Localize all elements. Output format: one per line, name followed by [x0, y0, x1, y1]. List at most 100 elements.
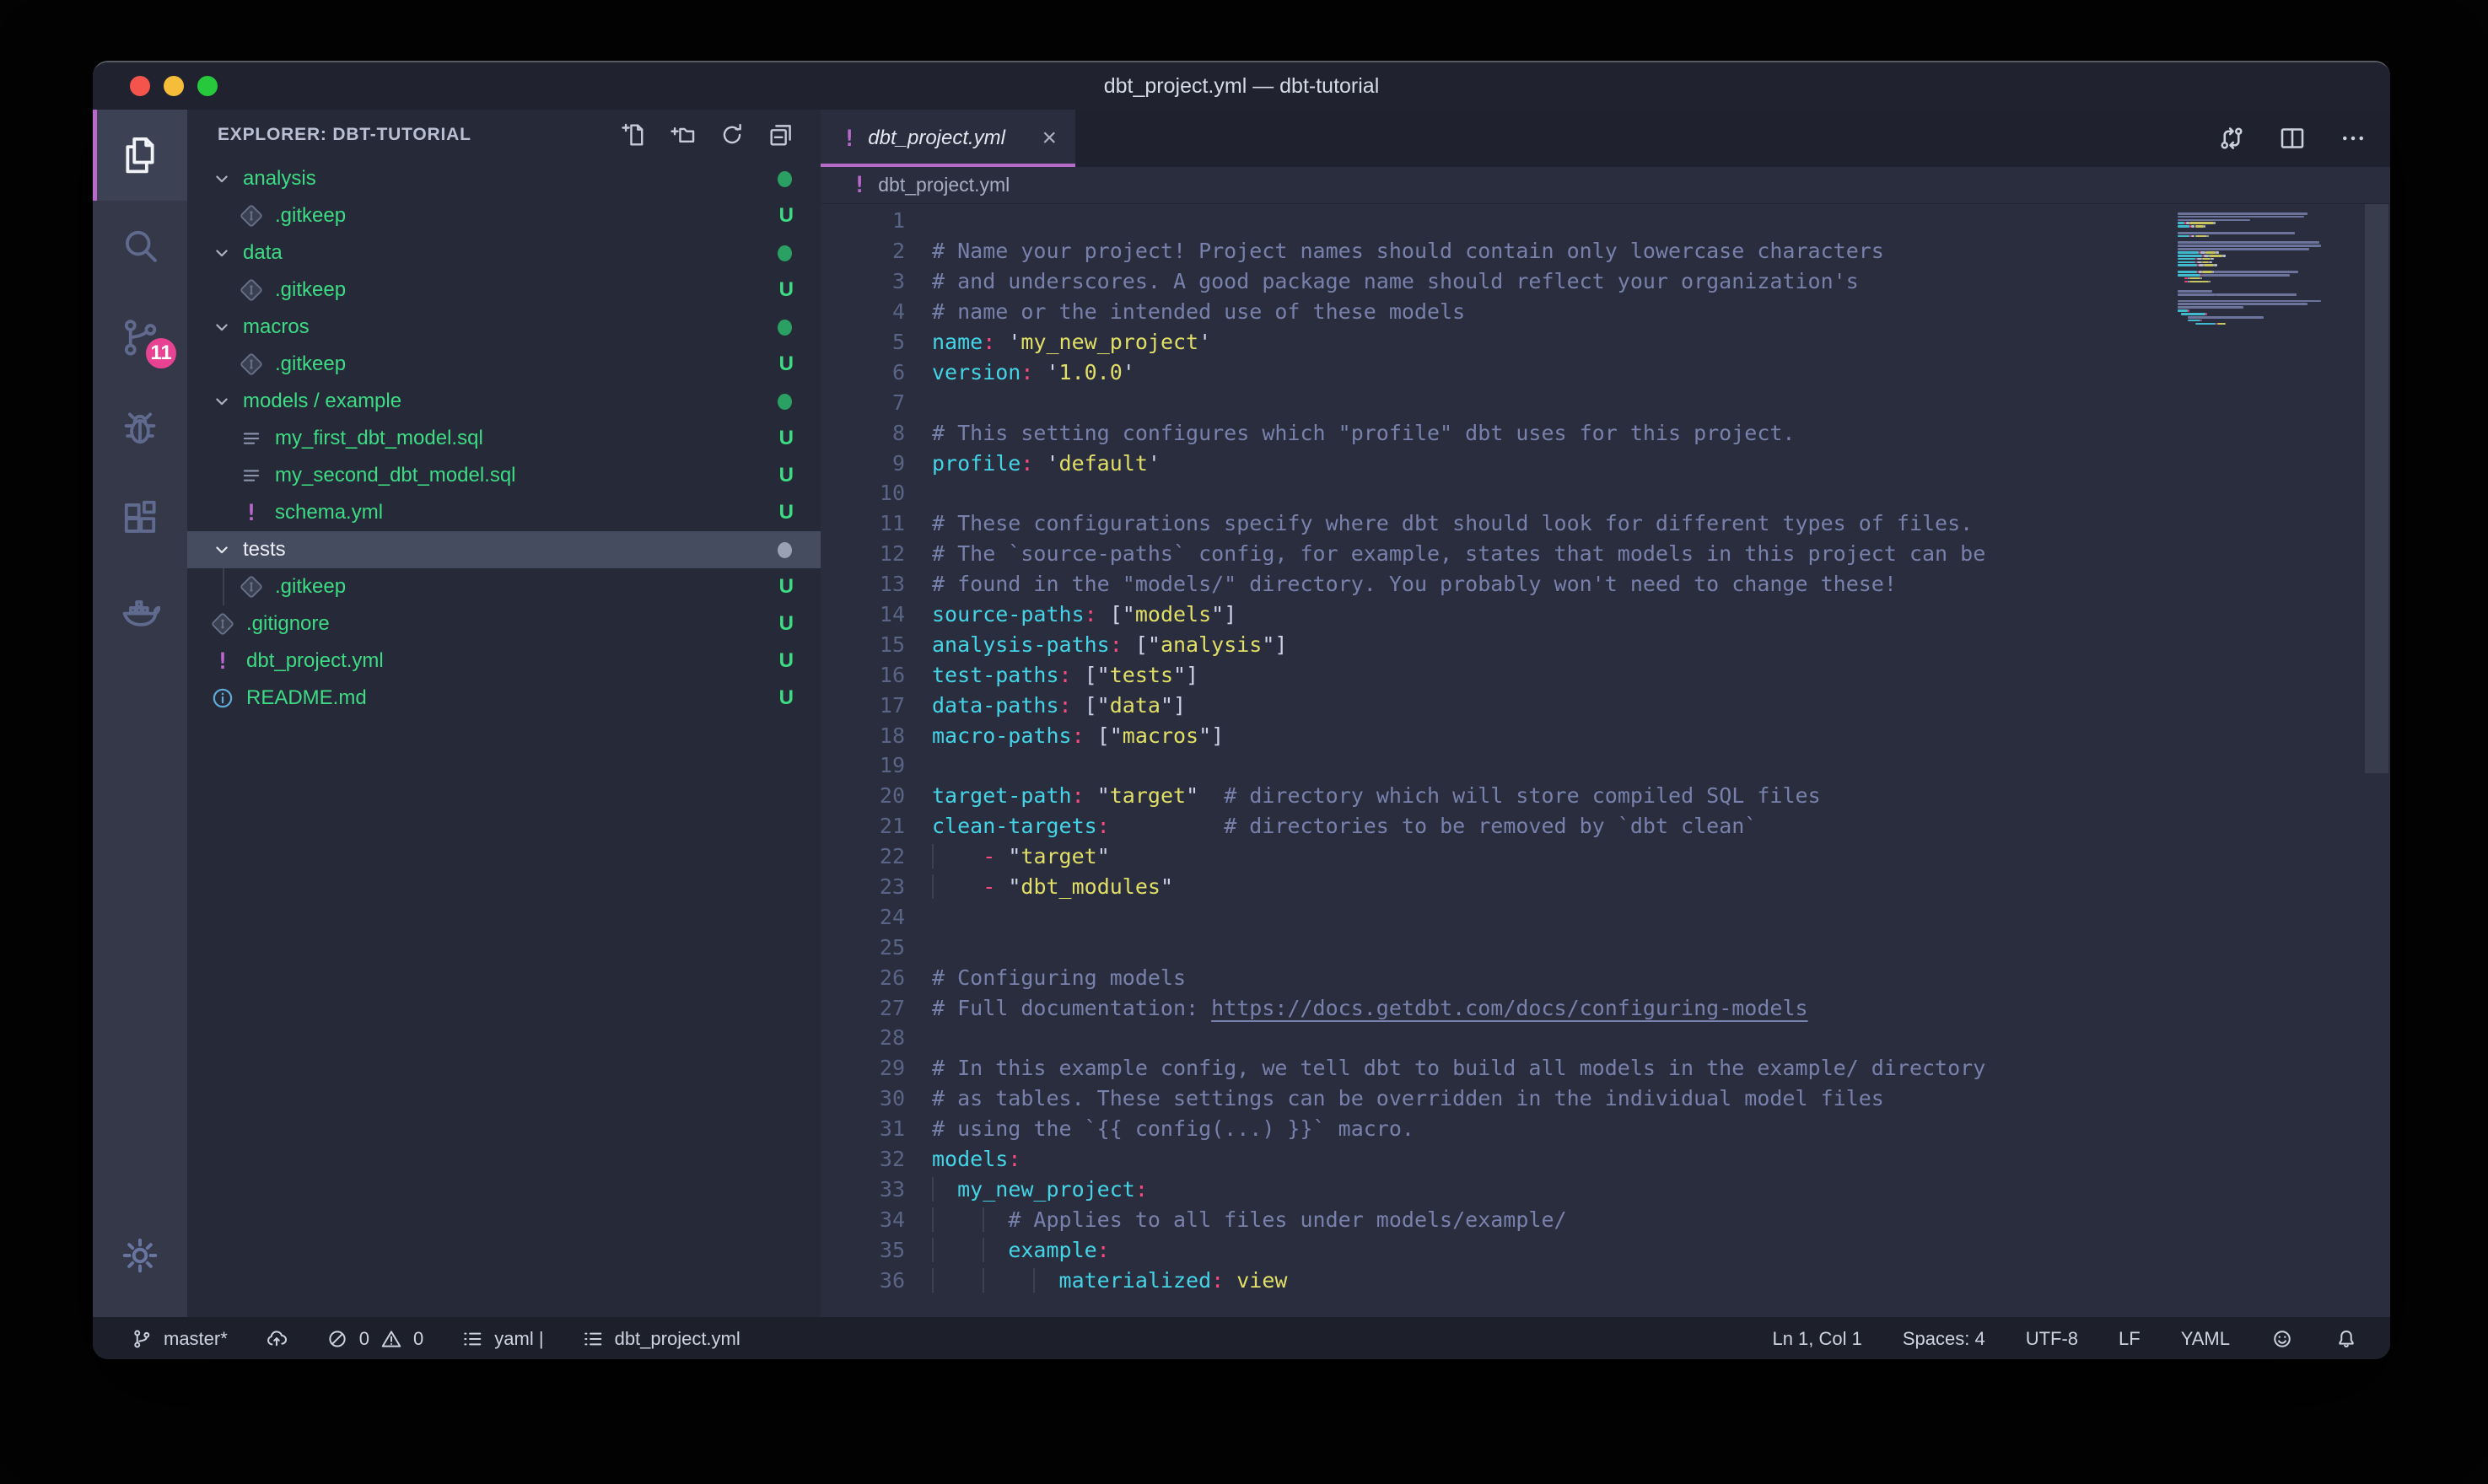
minimap[interactable] — [2178, 209, 2355, 325]
code-line-18[interactable]: 18macro-paths: ["macros"] — [821, 720, 2171, 750]
file-schema-status[interactable]: dbt_project.yml — [581, 1327, 740, 1351]
code-line-6[interactable]: 6version: '1.0.0' — [821, 357, 2171, 387]
problems-status[interactable]: 00 — [326, 1327, 424, 1351]
code-line-2[interactable]: 2# Name your project! Project names shou… — [821, 236, 2171, 266]
activity-search-icon[interactable] — [93, 201, 187, 292]
tree-folder-macros[interactable]: macros — [187, 309, 821, 346]
code-line-30[interactable]: 30# as tables. These settings can be ove… — [821, 1083, 2171, 1114]
code-line-24[interactable]: 24 — [821, 901, 2171, 932]
tree-folder-models-example[interactable]: models / example — [187, 383, 821, 420]
code-line-3[interactable]: 3# and underscores. A good package name … — [821, 266, 2171, 297]
code-line-10[interactable]: 10 — [821, 478, 2171, 508]
tab-close-icon[interactable]: × — [1042, 126, 1057, 151]
code-line-22[interactable]: 22 - "target" — [821, 841, 2171, 872]
yaml-schema-status[interactable]: yaml | — [460, 1327, 543, 1351]
tree-file--gitkeep[interactable]: .gitkeepU — [187, 272, 821, 309]
eol[interactable]: LF — [2119, 1328, 2141, 1350]
code-line-9[interactable]: 9profile: 'default' — [821, 448, 2171, 478]
code-line-20[interactable]: 20target-path: "target" # directory whic… — [821, 781, 2171, 811]
code-line-12[interactable]: 12# The `source-paths` config, for examp… — [821, 539, 2171, 569]
code-line-19[interactable]: 19 — [821, 750, 2171, 781]
code-line-32[interactable]: 32models: — [821, 1144, 2171, 1175]
language-mode[interactable]: YAML — [2181, 1328, 2230, 1350]
code-line-25[interactable]: 25 — [821, 932, 2171, 962]
encoding[interactable]: UTF-8 — [2026, 1328, 2078, 1350]
code-line-36[interactable]: 36 materialized: view — [821, 1265, 2171, 1295]
code-line-15[interactable]: 15analysis-paths: ["analysis"] — [821, 629, 2171, 659]
code-line-26[interactable]: 26# Configuring models — [821, 962, 2171, 992]
code-line-11[interactable]: 11# These configurations specify where d… — [821, 508, 2171, 539]
activity-extensions-icon[interactable] — [93, 474, 187, 565]
tree-folder-analysis[interactable]: analysis — [187, 160, 821, 197]
tree-file--gitignore[interactable]: .gitignoreU — [187, 605, 821, 643]
code-line-23[interactable]: 23 - "dbt_modules" — [821, 872, 2171, 902]
git-status-dot — [778, 245, 792, 261]
breadcrumb[interactable]: ! dbt_project.yml — [821, 167, 2390, 204]
code-line-content: clean-targets: # directories to be remov… — [932, 814, 1757, 838]
activity-debug-icon[interactable] — [93, 383, 187, 474]
window-title: dbt_project.yml — dbt-tutorial — [93, 74, 2390, 99]
tab-dbt-project-yml[interactable]: ! dbt_project.yml × — [821, 110, 1075, 167]
git-status-dot — [778, 394, 792, 410]
more-actions-icon[interactable] — [2338, 123, 2368, 153]
code-line-16[interactable]: 16test-paths: ["tests"] — [821, 659, 2171, 690]
feedback[interactable] — [2270, 1327, 2294, 1351]
indentation[interactable]: Spaces: 4 — [1903, 1328, 1985, 1350]
refresh-icon[interactable] — [718, 121, 746, 149]
code-line-content: analysis-paths: ["analysis"] — [932, 632, 1287, 657]
line-number: 35 — [821, 1238, 905, 1262]
code-editor[interactable]: 12# Name your project! Project names sho… — [821, 204, 2390, 1317]
code-line-29[interactable]: 29# In this example config, we tell dbt … — [821, 1053, 2171, 1083]
code-line-31[interactable]: 31 # using the `{{ config(...) }}` macro. — [821, 1114, 2171, 1144]
code-line-14[interactable]: 14source-paths: ["models"] — [821, 600, 2171, 630]
indent-guide — [1033, 1268, 1035, 1293]
settings-gear-icon[interactable] — [93, 1218, 187, 1293]
code-line-13[interactable]: 13# found in the "models/" directory. Yo… — [821, 569, 2171, 600]
new-file-icon[interactable] — [620, 121, 649, 149]
code-line-27[interactable]: 27# Full documentation: https://docs.get… — [821, 992, 2171, 1023]
tree-file--gitkeep[interactable]: .gitkeepU — [187, 346, 821, 383]
eol-label: LF — [2119, 1328, 2141, 1350]
feedback-smiley-icon — [2270, 1327, 2294, 1351]
code-line-28[interactable]: 28 — [821, 1023, 2171, 1053]
tree-file--gitkeep[interactable]: .gitkeepU — [187, 568, 821, 605]
code-line-17[interactable]: 17data-paths: ["data"] — [821, 690, 2171, 720]
tree-folder-tests[interactable]: tests — [187, 531, 821, 568]
code-line-35[interactable]: 35 example: — [821, 1234, 2171, 1265]
line-number: 16 — [821, 663, 905, 687]
code-line-7[interactable]: 7 — [821, 387, 2171, 417]
code-line-33[interactable]: 33 my_new_project: — [821, 1175, 2171, 1205]
code-line-1[interactable]: 1 — [821, 206, 2171, 236]
open-changes-icon[interactable] — [2216, 123, 2247, 153]
info-icon — [209, 685, 236, 712]
sql-file-icon — [238, 425, 265, 452]
sync-status[interactable] — [265, 1327, 288, 1351]
split-editor-icon[interactable] — [2277, 123, 2308, 153]
editor-scrollbar[interactable] — [2365, 204, 2388, 773]
code-line-34[interactable]: 34 # Applies to all files under models/e… — [821, 1204, 2171, 1234]
activity-docker-icon[interactable] — [93, 565, 187, 656]
new-folder-icon[interactable] — [669, 121, 697, 149]
notifications[interactable] — [2335, 1327, 2358, 1351]
tree-file-my-first-dbt-model-sql[interactable]: my_first_dbt_model.sqlU — [187, 420, 821, 457]
line-number: 34 — [821, 1207, 905, 1232]
breadcrumb-file[interactable]: dbt_project.yml — [878, 174, 1010, 196]
collapse-all-icon[interactable] — [767, 121, 795, 149]
code-line-4[interactable]: 4# name or the intended use of these mod… — [821, 297, 2171, 327]
tree-file-my-second-dbt-model-sql[interactable]: my_second_dbt_model.sqlU — [187, 457, 821, 494]
line-number: 31 — [821, 1116, 905, 1141]
code-line-21[interactable]: 21clean-targets: # directories to be rem… — [821, 811, 2171, 841]
code-line-8[interactable]: 8# This setting configures which "profil… — [821, 417, 2171, 448]
title-bar[interactable]: dbt_project.yml — dbt-tutorial — [93, 62, 2390, 110]
git-branch-status[interactable]: master* — [130, 1327, 228, 1351]
code-line-content: # using the `{{ config(...) }}` macro. — [932, 1116, 1414, 1141]
activity-explorer-icon[interactable] — [93, 110, 187, 201]
tree-file-readme-md[interactable]: README.mdU — [187, 680, 821, 717]
cursor-position[interactable]: Ln 1, Col 1 — [1772, 1328, 1861, 1350]
tree-folder-data[interactable]: data — [187, 234, 821, 272]
tree-file--gitkeep[interactable]: .gitkeepU — [187, 197, 821, 234]
tree-file-dbt-project-yml[interactable]: !dbt_project.ymlU — [187, 643, 821, 680]
activity-source-control-icon[interactable]: 11 — [93, 292, 187, 383]
tree-file-schema-yml[interactable]: !schema.ymlU — [187, 494, 821, 531]
code-line-5[interactable]: 5name: 'my_new_project' — [821, 327, 2171, 358]
